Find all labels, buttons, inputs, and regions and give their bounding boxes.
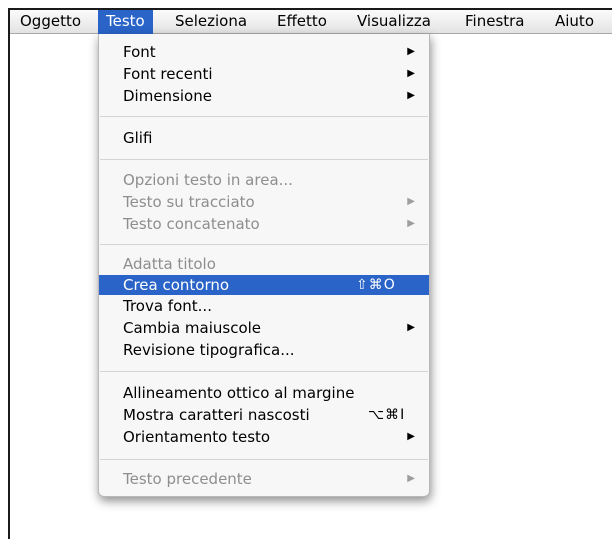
menu-item-mostra-caratteri-nascosti[interactable]: Mostra caratteri nascosti ⌥⌘I (99, 405, 429, 425)
menu-item-revisione-tipografica[interactable]: Revisione tipografica... (99, 340, 429, 360)
menu-item-glifi[interactable]: Glifi (99, 128, 429, 148)
menu-visualizza[interactable]: Visualizza (349, 10, 439, 34)
menu-separator (100, 371, 428, 372)
menu-item-shortcut: ⇧⌘O (356, 277, 396, 293)
menu-item-testo-concatenato: Testo concatenato ▶ (99, 214, 429, 234)
menu-item-label: Revisione tipografica... (123, 341, 295, 359)
menu-separator (100, 159, 428, 160)
menu-item-crea-contorno[interactable]: Crea contorno ⇧⌘O (99, 275, 429, 295)
menu-item-opzioni-testo: Opzioni testo in area... (99, 170, 429, 190)
menu-item-testo-precedente: Testo precedente ▶ (99, 469, 429, 489)
menu-item-trova-font[interactable]: Trova font... (99, 296, 429, 316)
menu-item-label: Font recenti (123, 65, 213, 83)
submenu-arrow-icon: ▶ (407, 431, 415, 442)
menu-separator (100, 459, 428, 460)
menu-item-label: Testo concatenato (123, 215, 260, 233)
menu-item-label: Dimensione (123, 87, 212, 105)
menu-item-font[interactable]: Font ▶ (99, 42, 429, 62)
submenu-arrow-icon: ▶ (407, 46, 415, 57)
menu-finestra[interactable]: Finestra (457, 10, 533, 34)
menu-item-adatta-titolo: Adatta titolo (99, 254, 429, 274)
menu-item-testo-su-tracciato: Testo su tracciato ▶ (99, 192, 429, 212)
menu-item-dimensione[interactable]: Dimensione ▶ (99, 86, 429, 106)
menu-item-label: Testo su tracciato (123, 193, 255, 211)
menu-oggetto[interactable]: Oggetto (12, 10, 89, 34)
menu-item-label: Testo precedente (123, 470, 252, 488)
submenu-arrow-icon: ▶ (407, 473, 415, 484)
menu-item-orientamento-testo[interactable]: Orientamento testo ▶ (99, 427, 429, 447)
menu-separator (100, 116, 428, 117)
menu-effetto[interactable]: Effetto (269, 10, 335, 34)
menu-item-shortcut: ⌥⌘I (368, 407, 406, 423)
menu-item-label: Opzioni testo in area... (123, 171, 293, 189)
menu-item-font-recenti[interactable]: Font recenti ▶ (99, 64, 429, 84)
menu-seleziona[interactable]: Seleziona (167, 10, 255, 34)
menu-item-label: Font (123, 43, 156, 61)
menu-item-label: Mostra caratteri nascosti (123, 406, 310, 424)
submenu-arrow-icon: ▶ (407, 322, 415, 333)
menu-bar: Oggetto Testo Seleziona Effetto Visualiz… (10, 10, 612, 34)
menu-separator (100, 244, 428, 245)
menu-item-allineamento-ottico[interactable]: Allineamento ottico al margine (99, 383, 429, 403)
submenu-arrow-icon: ▶ (407, 90, 415, 101)
menu-item-label: Cambia maiuscole (123, 319, 262, 337)
menu-item-cambia-maiuscole[interactable]: Cambia maiuscole ▶ (99, 318, 429, 338)
menu-item-label: Glifi (123, 129, 153, 147)
menu-item-label: Crea contorno (123, 276, 230, 294)
menu-aiuto[interactable]: Aiuto (547, 10, 602, 34)
menu-testo[interactable]: Testo (98, 10, 153, 34)
menu-item-label: Trova font... (123, 297, 212, 315)
menu-item-label: Allineamento ottico al margine (123, 384, 355, 402)
menu-item-label: Orientamento testo (123, 428, 271, 446)
submenu-arrow-icon: ▶ (407, 196, 415, 207)
menu-item-label: Adatta titolo (123, 255, 216, 273)
submenu-arrow-icon: ▶ (407, 68, 415, 79)
submenu-arrow-icon: ▶ (407, 218, 415, 229)
testo-dropdown-menu: Font ▶ Font recenti ▶ Dimensione ▶ Glifi… (98, 34, 430, 497)
